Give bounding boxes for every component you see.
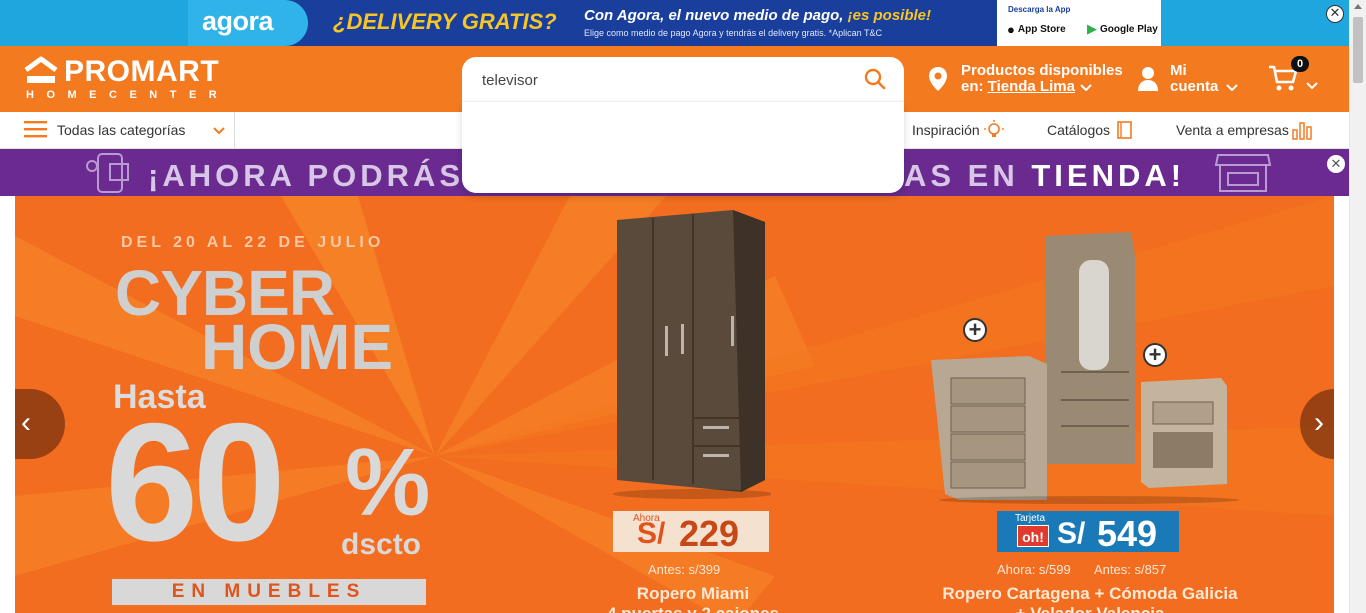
account-label-1: Mi [1170, 62, 1187, 79]
price-label-2: Tarjeta [1015, 513, 1046, 524]
price-value-1: 229 [679, 513, 740, 554]
location-pin-icon [929, 67, 947, 91]
price-value-2: 549 [1097, 513, 1158, 554]
phone-bag-icon [86, 153, 129, 193]
apple-icon: ● [1007, 21, 1015, 37]
store-prefix: en: [961, 78, 988, 95]
promo-headline: ¿DELIVERY GRATIS? [333, 9, 557, 34]
chevron-down-icon [1080, 84, 1092, 92]
agora-logo: agora [202, 6, 274, 36]
oh-card-logo: oh! [1017, 525, 1049, 547]
account-label-2: cuenta [1170, 78, 1219, 95]
price-tag-1: Ahora S/ 229 [613, 511, 769, 554]
brand-name: PROMART [64, 55, 220, 88]
ahora-price-2: Ahora: s/599 [997, 562, 1071, 577]
scroll-thumb[interactable] [1353, 17, 1363, 83]
lightbulb-icon [984, 120, 1004, 137]
store-name[interactable]: Tienda Lima [988, 78, 1075, 95]
antes-price-1: Antes: s/399 [648, 562, 721, 577]
chevron-down-icon[interactable] [1306, 82, 1318, 90]
house-icon [24, 56, 58, 83]
page: agora ¿DELIVERY GRATIS? Con Agora, el nu… [0, 0, 1366, 613]
nav-inspiracion[interactable]: Inspiración [912, 122, 980, 138]
promo-line1-text: Con Agora, el nuevo medio de pago, [584, 7, 848, 24]
nav-catalogos[interactable]: Catálogos [1047, 122, 1110, 138]
nav-empresas[interactable]: Venta a empresas [1176, 122, 1289, 138]
product-name-2b[interactable]: + Velador Valencia [935, 604, 1245, 613]
hero-category: EN MUEBLES [112, 579, 426, 605]
antes-price-2: Antes: s/857 [1094, 562, 1167, 577]
promo-line2: Elige como medio de pago Agora y tendrás… [584, 28, 882, 38]
promo-logo-pill: agora [188, 0, 308, 46]
promo-date: DEL 20 AL 22 DE JULIO [121, 234, 385, 251]
strip-text-right: AS EN TIENDA! [904, 158, 1185, 194]
cart-count-badge: 0 [1291, 56, 1309, 72]
furniture-set-image [931, 232, 1239, 504]
hero-title-home: HOME [201, 311, 393, 383]
google-play-badge[interactable]: ▶ Google Play [1087, 20, 1158, 38]
user-icon [1138, 67, 1158, 91]
strip-text-right-pre: AS EN [904, 158, 1032, 193]
store-line1: Productos disponibles [961, 62, 1123, 79]
play-icon: ▶ [1087, 21, 1097, 36]
promo-close-button[interactable]: ✕ [1326, 5, 1344, 23]
plus-icon[interactable]: + [963, 318, 987, 342]
search-suggestions-dropdown[interactable] [462, 101, 904, 193]
promo-line1: Con Agora, el nuevo medio de pago, ¡es p… [584, 7, 931, 24]
all-categories-label: Todas las categorías [57, 122, 186, 138]
hero-banner[interactable]: DEL 20 AL 22 DE JULIO CYBER HOME Hasta 6… [15, 196, 1334, 613]
hero-percent-sign: % [345, 429, 431, 536]
store-line2: en: Tienda Lima [961, 78, 1075, 95]
scroll-up-arrow-icon[interactable] [1354, 4, 1362, 9]
wardrobe-image [613, 210, 771, 499]
app-store-label: App Store [1017, 23, 1066, 35]
google-play-label: Google Play [1100, 23, 1158, 35]
bar-chart-icon [1292, 122, 1312, 140]
strip-close-button[interactable]: ✕ [1327, 155, 1345, 173]
price-currency-2: S/ [1057, 517, 1086, 550]
plus-icon[interactable]: + [1143, 343, 1167, 367]
promo-app-title: Descarga la App [1008, 5, 1071, 14]
store-front-icon [1214, 154, 1272, 192]
hero-discount-value: 60 [105, 388, 286, 576]
chevron-down-icon [1226, 84, 1238, 92]
search-icon[interactable] [864, 68, 886, 90]
hero-dscto: dscto [341, 528, 422, 561]
promo-line1-highlight: ¡es posible! [847, 7, 931, 24]
price-tag-2: Tarjeta oh! S/ 549 [997, 511, 1179, 554]
price-currency-1: S/ [637, 517, 666, 550]
strip-text-right-bold: TIENDA! [1031, 158, 1186, 193]
hamburger-icon [24, 121, 47, 138]
product-name-1b[interactable]: 4 puertas y 2 cajones [605, 604, 781, 613]
all-categories-button[interactable]: Todas las categorías [24, 112, 235, 149]
strip-text-left: ¡AHORA PODRÁS [148, 158, 465, 193]
search-box [462, 57, 904, 101]
product-name-1[interactable]: Ropero Miami [605, 584, 781, 604]
search-input[interactable] [482, 69, 862, 91]
catalog-icon [1117, 121, 1132, 139]
promo-banner[interactable]: agora ¿DELIVERY GRATIS? Con Agora, el nu… [188, 0, 1161, 46]
product-name-2[interactable]: Ropero Cartagena + Cómoda Galicia [935, 584, 1245, 604]
page-scrollbar[interactable] [1349, 0, 1366, 613]
chevron-down-icon [213, 127, 225, 135]
promo-app-box: Descarga la App ● App Store ▶ Google Pla… [997, 0, 1161, 46]
brand-sub: HOMECENTER [26, 89, 230, 101]
app-store-badge[interactable]: ● App Store [1007, 20, 1066, 38]
